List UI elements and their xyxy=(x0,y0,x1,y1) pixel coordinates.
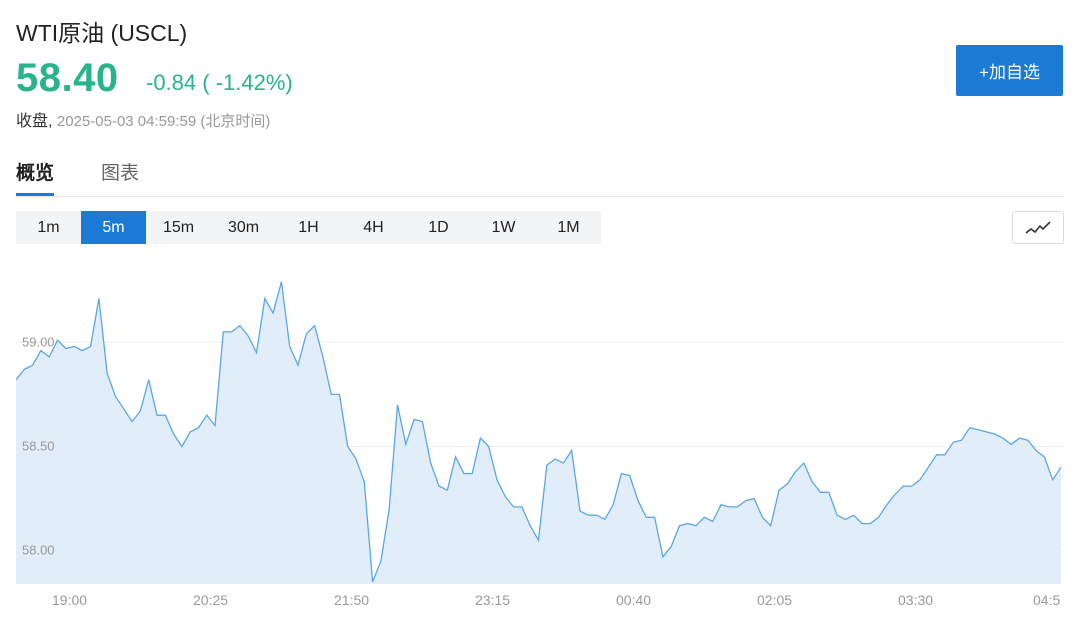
market-status: 收盘, 2025-05-03 04:59:59 (北京时间) xyxy=(16,107,270,131)
active-tab-indicator xyxy=(16,193,54,196)
x-tick-label: 00:40 xyxy=(616,592,651,608)
interval-1h[interactable]: 1H xyxy=(276,211,341,244)
x-tick-label: 02:05 xyxy=(757,592,792,608)
interval-1w[interactable]: 1W xyxy=(471,211,536,244)
price-change: -0.84 ( -1.42%) xyxy=(146,70,293,95)
tab-chart[interactable]: 图表 xyxy=(101,158,139,185)
interval-1m[interactable]: 1m xyxy=(16,211,81,244)
tab-bar: 概览 图表 xyxy=(16,158,1064,197)
y-tick-label: 59.00 xyxy=(22,334,55,349)
y-tick-label: 58.00 xyxy=(22,543,55,558)
instrument-title: WTI原油 (USCL) xyxy=(16,20,188,46)
last-price: 58.40 xyxy=(16,56,119,100)
x-tick-label: 03:30 xyxy=(898,592,933,608)
x-tick-label: 21:50 xyxy=(334,592,369,608)
interval-5m[interactable]: 5m xyxy=(81,211,146,244)
tab-overview[interactable]: 概览 xyxy=(16,158,54,185)
interval-15m[interactable]: 15m xyxy=(146,211,211,244)
interval-30m[interactable]: 30m xyxy=(211,211,276,244)
interval-1d[interactable]: 1D xyxy=(406,211,471,244)
chart-style-button[interactable] xyxy=(1012,211,1064,244)
y-tick-label: 58.50 xyxy=(22,438,55,453)
x-tick-label: 20:25 xyxy=(193,592,228,608)
price-chart[interactable]: 59.00 58.50 58.00 19:00 20:25 21:50 23:15 00:40… xyxy=(16,259,1065,618)
status-label: 收盘, xyxy=(16,113,53,130)
interval-1mo[interactable]: 1M xyxy=(536,211,601,244)
line-chart-icon xyxy=(1025,220,1051,234)
timestamp: 2025-05-03 04:59:59 (北京时间) xyxy=(56,113,271,130)
add-to-watchlist-button[interactable]: +加自选 xyxy=(956,45,1063,96)
x-tick-label: 04:5 xyxy=(1033,592,1060,608)
interval-selector: 1m 5m 15m 30m 1H 4H 1D 1W 1M xyxy=(16,211,601,244)
x-tick-label: 23:15 xyxy=(475,592,510,608)
x-tick-label: 19:00 xyxy=(52,592,87,608)
interval-4h[interactable]: 4H xyxy=(341,211,406,244)
